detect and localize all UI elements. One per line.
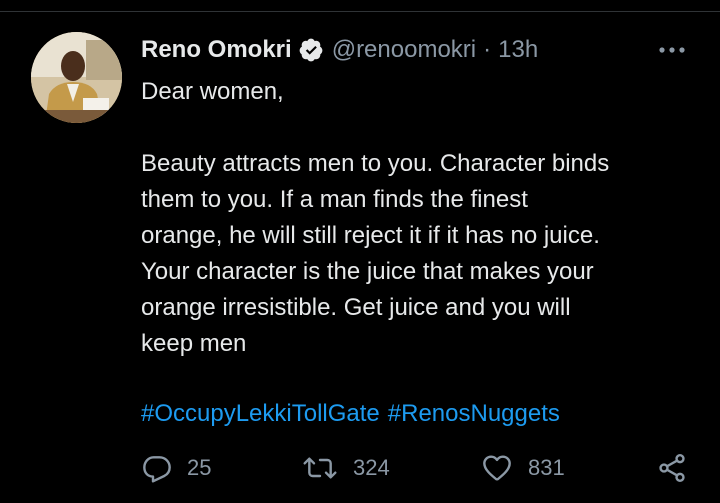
separator-dot: · [483, 36, 492, 63]
reply-button[interactable]: 25 [141, 448, 211, 488]
timestamp[interactable]: 13h [498, 36, 538, 64]
avatar-image [31, 32, 122, 123]
hashtag-link[interactable]: #OccupyLekkiTollGate [141, 400, 380, 427]
more-horizontal-icon[interactable] [656, 38, 688, 62]
tweet-text: Dear women, Beauty attracts men to you. … [141, 74, 701, 362]
verified-badge-icon [299, 38, 323, 62]
tweet-line-blank [141, 110, 701, 146]
top-divider [0, 11, 720, 12]
tweet-line: keep men [141, 330, 247, 357]
retweet-count: 324 [353, 455, 390, 480]
author-handle[interactable]: @renoomokri [332, 36, 476, 64]
share-icon [659, 454, 685, 482]
tweet-line: Beauty attracts men to you. Character bi… [141, 150, 610, 177]
share-button[interactable] [655, 448, 689, 488]
author-name[interactable]: Reno Omokri [141, 36, 292, 64]
tweet-line: orange irresistible. Get juice and you w… [141, 294, 571, 321]
hashtag-link[interactable]: #RenosNuggets [388, 400, 560, 427]
reply-count: 25 [187, 455, 212, 480]
action-bar: 25 324 831 [0, 448, 720, 488]
tweet-line: orange, he will still reject it if it ha… [141, 222, 600, 249]
reply-icon [143, 456, 171, 483]
like-count: 831 [528, 455, 565, 480]
tweet-line: Dear women, [141, 78, 284, 105]
tweet-line: them to you. If a man finds the finest [141, 186, 528, 213]
hashtags: #OccupyLekkiTollGate #RenosNuggets [141, 396, 568, 432]
tweet-header: Reno Omokri @renoomokri · 13h [141, 33, 538, 67]
tweet-line: Your character is the juice that makes y… [141, 258, 594, 285]
like-button[interactable]: 831 [480, 448, 565, 488]
heart-icon [483, 455, 511, 481]
retweet-button[interactable]: 324 [301, 448, 390, 488]
avatar[interactable] [31, 32, 122, 123]
retweet-icon [303, 457, 337, 479]
